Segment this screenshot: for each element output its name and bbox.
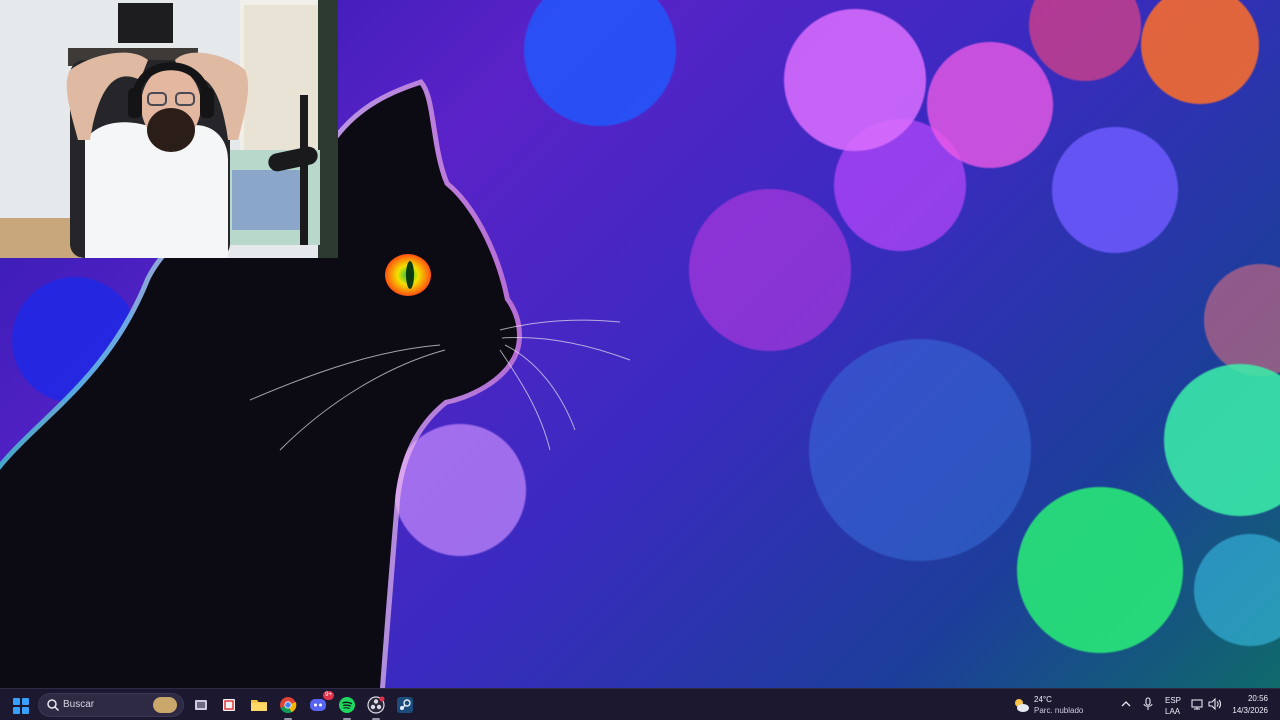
webcam-feed-image xyxy=(0,0,338,258)
search-highlight-image xyxy=(153,697,177,713)
file-explorer-button[interactable] xyxy=(248,694,270,716)
task-view-icon xyxy=(195,700,207,710)
discord-button[interactable]: 9+ xyxy=(307,691,334,716)
steam-button[interactable] xyxy=(394,694,416,716)
folder-icon xyxy=(251,700,267,711)
obs-icon xyxy=(367,696,385,714)
language-indicator[interactable]: ESP xyxy=(1165,696,1181,705)
clock-date[interactable]: 14/3/2026 xyxy=(1225,706,1268,715)
partly-cloudy-icon[interactable] xyxy=(1012,696,1030,714)
weather-temperature[interactable]: 24°C xyxy=(1034,695,1052,704)
weather-description[interactable]: Parc. nublado xyxy=(1034,706,1083,715)
spotify-icon xyxy=(339,697,355,713)
spotify-button[interactable] xyxy=(336,694,358,720)
clock-time[interactable]: 20:56 xyxy=(1232,694,1268,703)
obs-button[interactable] xyxy=(365,694,387,720)
steam-icon xyxy=(397,697,413,713)
windows-logo-icon xyxy=(13,698,20,705)
task-view-button[interactable] xyxy=(190,694,212,716)
webcam-overlay xyxy=(0,0,338,258)
start-button[interactable] xyxy=(10,695,32,717)
microphone-icon[interactable] xyxy=(1142,697,1154,711)
network-icon[interactable] xyxy=(1191,698,1205,710)
chrome-icon xyxy=(280,697,297,714)
search-placeholder: Buscar xyxy=(63,699,95,710)
discord-badge: 9+ xyxy=(323,691,334,700)
chrome-button[interactable] xyxy=(277,694,299,720)
search-icon xyxy=(47,699,60,712)
keyboard-layout-indicator[interactable]: LAA xyxy=(1165,707,1180,716)
taskbar: Buscar 9+ 24°C Parc. nublado ESP LAA 20:… xyxy=(0,688,1280,720)
snipping-tool-button[interactable] xyxy=(218,694,240,716)
snipping-tool-icon xyxy=(223,699,235,711)
volume-icon[interactable] xyxy=(1208,698,1222,710)
taskbar-search[interactable]: Buscar xyxy=(38,693,184,717)
chevron-up-icon[interactable] xyxy=(1120,698,1132,710)
